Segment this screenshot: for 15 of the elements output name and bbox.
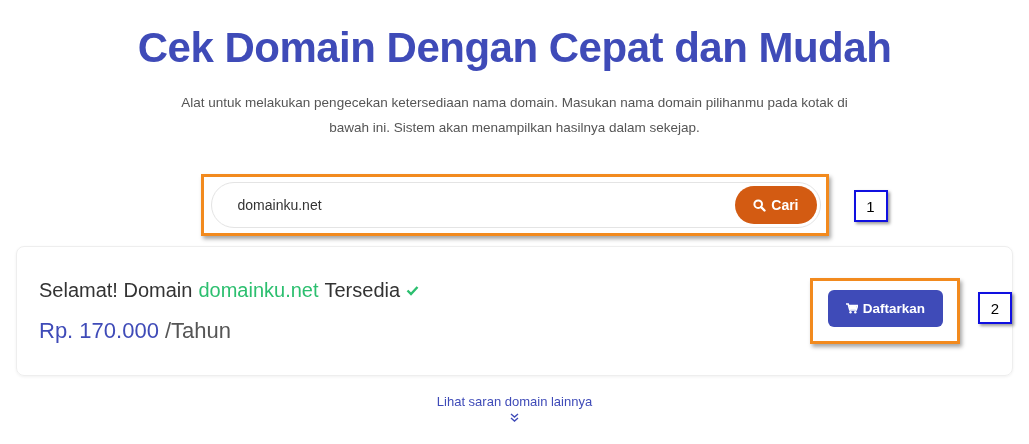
search-button[interactable]: Cari (735, 186, 817, 224)
callout-number: 1 (853, 190, 888, 222)
search-icon (753, 198, 767, 212)
description: Alat untuk melakukan pengecekan ketersediaan nama domain. Masukan nama domain pilihanmu pada kotak di bawah ini. Sistem akan menampilkan hasilnya dalam sekejap. (180, 94, 849, 137)
callout-number: 2 (978, 292, 1012, 324)
register-button[interactable]: Daftarkan (827, 290, 943, 327)
cart-icon (845, 303, 858, 314)
double-chevron-down-icon[interactable] (510, 413, 519, 422)
page-title: Cek Domain Dengan Cepat dan Mudah (137, 24, 892, 72)
suggestion-link[interactable]: Lihat saran domain lainnya (436, 394, 593, 409)
price: Rp. 170.000 (39, 317, 159, 344)
price-period: /Tahun (164, 317, 231, 344)
domain-name: domainku.net (198, 278, 319, 302)
result-text: Tersedia (324, 278, 401, 302)
result-text: Selamat! Domain (39, 278, 193, 302)
